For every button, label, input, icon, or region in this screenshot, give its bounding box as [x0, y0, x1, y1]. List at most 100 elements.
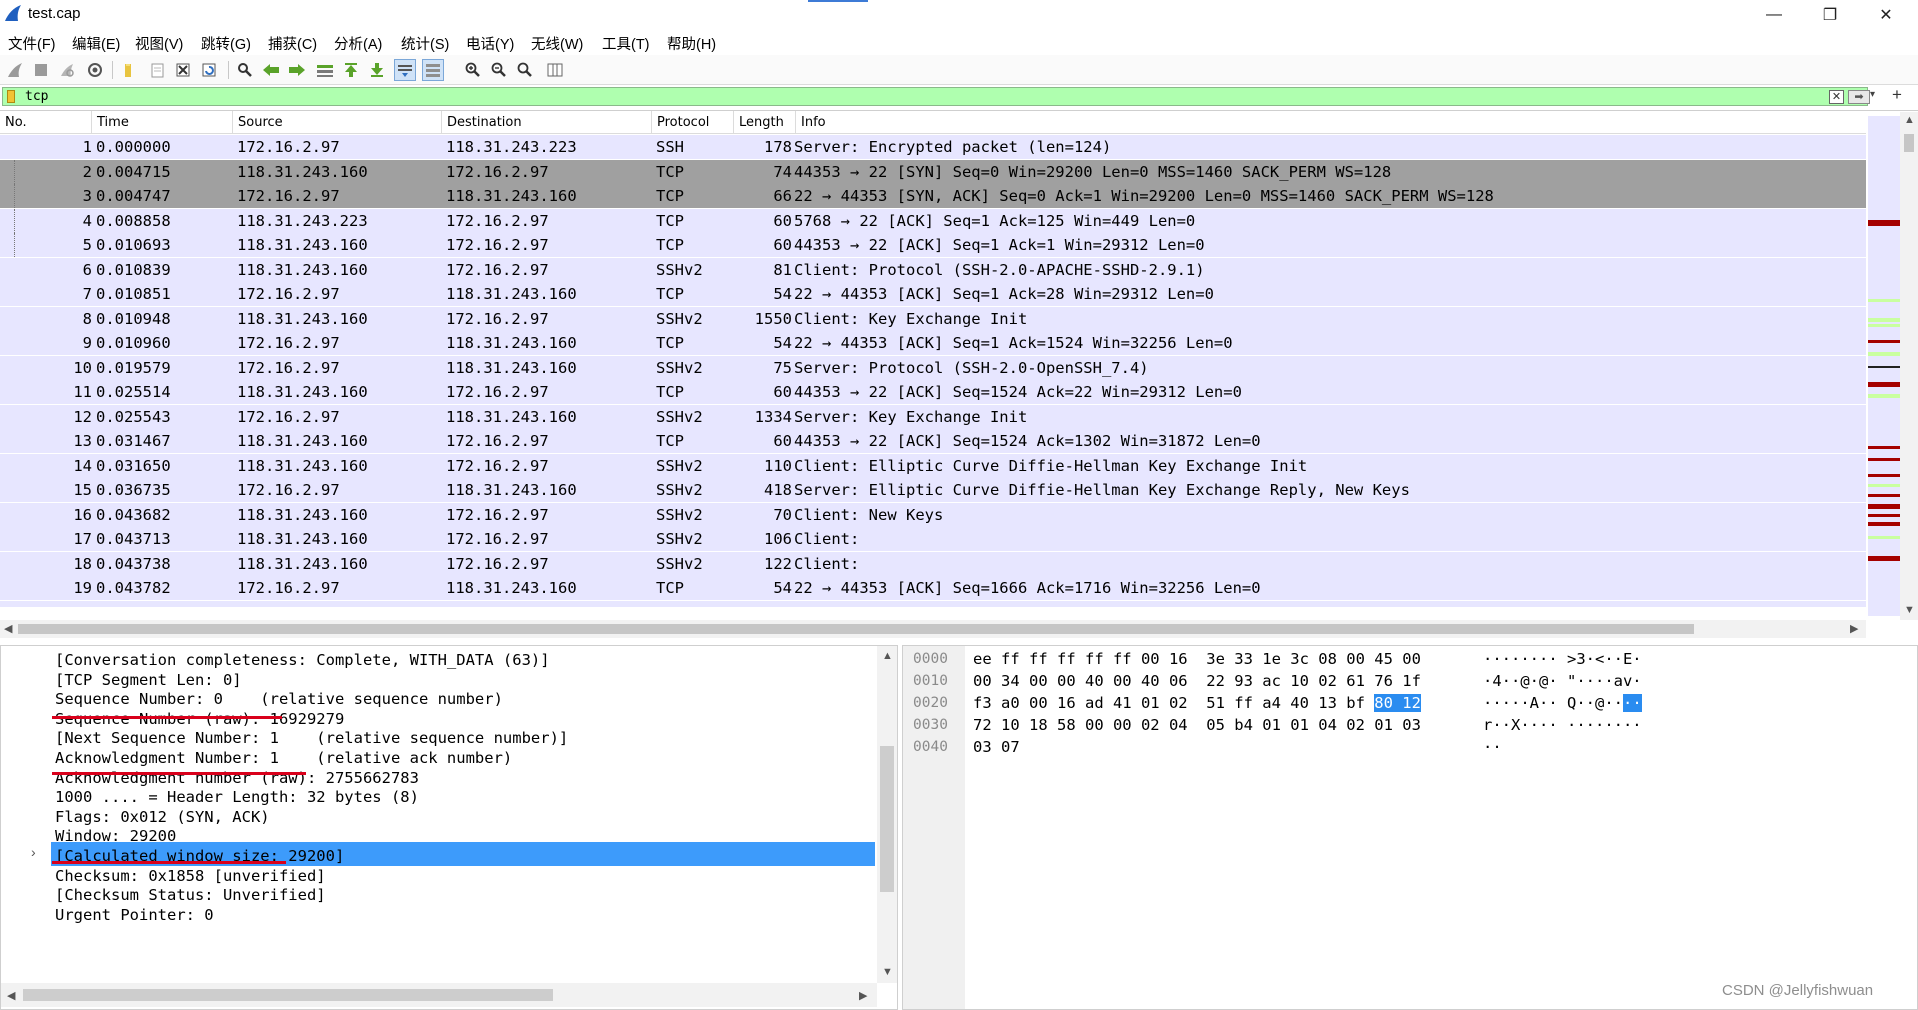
stop-icon[interactable] [30, 59, 52, 81]
menu-file[interactable]: 文件(F) [8, 33, 56, 54]
scroll-right-icon[interactable]: ▶ [1850, 622, 1858, 635]
menu-analyze[interactable]: 分析(A) [334, 33, 382, 54]
scroll-up-icon[interactable]: ▲ [882, 650, 893, 662]
close-button[interactable]: ✕ [1858, 0, 1914, 29]
menu-go[interactable]: 跳转(G) [201, 33, 251, 54]
auto-scroll-icon[interactable] [394, 59, 416, 81]
packet-row[interactable]: 7 0.010851 172.16.2.97 118.31.243.160 TCP 54 2… [0, 282, 1866, 306]
minimap-mark [1868, 484, 1900, 487]
restore-button[interactable]: ❐ [1802, 0, 1858, 29]
column-header-length[interactable]: Length [734, 111, 796, 134]
menu-telephony[interactable]: 电话(Y) [466, 33, 514, 54]
hex-dump-line[interactable]: 03 07 [973, 736, 1020, 758]
capture-options-icon[interactable] [84, 59, 106, 81]
packet-row[interactable]: 12 0.025543 172.16.2.97 118.31.243.160 SSHv2… [0, 404, 1866, 429]
scroll-down-icon[interactable]: ▼ [1904, 604, 1915, 616]
scroll-left-icon[interactable]: ◀ [7, 989, 15, 1002]
menu-view[interactable]: 视图(V) [135, 33, 183, 54]
close-file-icon[interactable] [172, 59, 194, 81]
packet-row[interactable]: 4 0.008858 118.31.243.223 172.16.2.97 TCP 60 5… [0, 208, 1866, 233]
packet-row[interactable]: 18 0.043738 118.31.243.160 172.16.2.97 SSHv2… [0, 551, 1866, 576]
bookmark-icon[interactable] [7, 90, 15, 103]
column-header-info[interactable]: Info [796, 111, 1866, 134]
restart-icon[interactable] [56, 59, 78, 81]
menu-capture[interactable]: 捕获(C) [268, 33, 317, 54]
packet-row[interactable]: 3 0.004747 172.16.2.97 118.31.243.160 TCP 66 2… [0, 184, 1866, 208]
detail-line[interactable]: Urgent Pointer: 0 [55, 903, 214, 927]
highlighted-ascii[interactable]: ·· [1622, 694, 1642, 712]
packet-row[interactable]: 19 0.043782 172.16.2.97 118.31.243.160 TCP 54… [0, 576, 1866, 600]
packet-row[interactable]: 13 0.031467 118.31.243.160 172.16.2.97 TCP 60… [0, 429, 1866, 453]
details-vertical-scrollbar[interactable]: ▲ ▼ [877, 646, 897, 983]
packet-row[interactable]: 2 0.004715 118.31.243.160 172.16.2.97 TCP 74 4… [0, 159, 1866, 184]
packet-row[interactable]: 14 0.031650 118.31.243.160 172.16.2.97 SSHv2… [0, 453, 1866, 478]
go-first-icon[interactable] [340, 59, 362, 81]
packet-row[interactable]: 5 0.010693 118.31.243.160 172.16.2.97 TCP 60 4… [0, 233, 1866, 257]
hex-dump-line[interactable]: ee ff ff ff ff ff 00 16 3e 33 1e 3c 08 0… [973, 648, 1421, 670]
scrollbar-thumb[interactable] [18, 624, 1694, 634]
open-file-icon[interactable] [118, 59, 140, 81]
colorize-icon[interactable] [422, 59, 444, 81]
details-horizontal-scrollbar[interactable]: ◀ ▶ [1, 983, 877, 1007]
menu-tools[interactable]: 工具(T) [602, 33, 650, 54]
packet-row[interactable]: 15 0.036735 172.16.2.97 118.31.243.160 SSHv2… [0, 478, 1866, 502]
ascii-dump-line[interactable]: ·· [1483, 736, 1502, 758]
go-last-icon[interactable] [366, 59, 388, 81]
expand-chevron-icon[interactable]: › [31, 844, 36, 860]
highlighted-bytes[interactable]: 80 12 [1374, 694, 1421, 712]
scroll-up-icon[interactable]: ▲ [1904, 114, 1915, 126]
zoom-out-icon[interactable] [488, 59, 510, 81]
packet-list-vertical-scrollbar[interactable]: ▲ ▼ [1900, 112, 1918, 620]
packet-list-horizontal-scrollbar[interactable]: ◀ ▶ [0, 620, 1866, 638]
save-file-icon[interactable] [146, 59, 168, 81]
hex-dump-line[interactable]: 72 10 18 58 00 00 02 04 05 b4 01 01 04 0… [973, 714, 1421, 736]
column-header-no[interactable]: No. [0, 111, 92, 134]
column-header-source[interactable]: Source [233, 111, 442, 134]
find-packet-icon[interactable] [234, 59, 256, 81]
filter-history-dropdown-icon[interactable]: ▾ [1870, 89, 1875, 100]
packet-row[interactable]: 8 0.010948 118.31.243.160 172.16.2.97 SSHv2 1… [0, 306, 1866, 331]
scrollbar-thumb[interactable] [1904, 134, 1914, 152]
packet-row[interactable]: 10 0.019579 172.16.2.97 118.31.243.160 SSHv2… [0, 355, 1866, 380]
apply-filter-arrow-icon[interactable]: ➡ [1848, 90, 1870, 104]
ascii-dump-line[interactable]: ·····A·· Q··@···· [1483, 692, 1642, 714]
reload-icon[interactable] [198, 59, 220, 81]
packet-row[interactable]: 17 0.043713 118.31.243.160 172.16.2.97 SSHv2… [0, 527, 1866, 551]
ascii-dump-line[interactable]: r··X···· ········ [1483, 714, 1642, 736]
packet-row[interactable]: 16 0.043682 118.31.243.160 172.16.2.97 SSHv2… [0, 502, 1866, 527]
go-forward-icon[interactable] [286, 59, 308, 81]
add-filter-button-icon[interactable]: + [1892, 85, 1902, 105]
packet-minimap[interactable] [1868, 116, 1900, 616]
menu-help[interactable]: 帮助(H) [667, 33, 716, 54]
scroll-down-icon[interactable]: ▼ [882, 966, 893, 978]
scroll-left-icon[interactable]: ◀ [4, 622, 12, 635]
shark-fin-start-icon[interactable] [4, 59, 26, 81]
scrollbar-thumb[interactable] [23, 989, 553, 1001]
go-to-packet-icon[interactable] [314, 59, 336, 81]
clear-filter-icon[interactable]: ✕ [1829, 90, 1844, 104]
packet-row[interactable]: 20 0.043840 172.16.2.97 118.31.243.160 SSHv2… [0, 600, 1866, 607]
minimize-button[interactable]: — [1746, 0, 1802, 29]
zoom-in-icon[interactable] [462, 59, 484, 81]
go-back-icon[interactable] [260, 59, 282, 81]
zoom-normal-icon[interactable] [514, 59, 536, 81]
packet-row[interactable]: 1 0.000000 172.16.2.97 118.31.243.223 SSH 178… [0, 135, 1866, 159]
packet-row[interactable]: 11 0.025514 118.31.243.160 172.16.2.97 TCP 60… [0, 380, 1866, 404]
hex-dump-line[interactable]: f3 a0 00 16 ad 41 01 02 51 ff a4 40 13 b… [973, 692, 1421, 714]
column-header-destination[interactable]: Destination [442, 111, 652, 134]
scrollbar-thumb[interactable] [880, 746, 894, 892]
packet-row[interactable]: 6 0.010839 118.31.243.160 172.16.2.97 SSHv2 8… [0, 257, 1866, 282]
ascii-dump-line[interactable]: ········ >3·<··E· [1483, 648, 1642, 670]
packet-row[interactable]: 9 0.010960 172.16.2.97 118.31.243.160 TCP 54 2… [0, 331, 1866, 355]
hex-dump-line[interactable]: 00 34 00 00 40 00 40 06 22 93 ac 10 02 6… [973, 670, 1421, 692]
display-filter-input[interactable]: tcp ✕ ➡ [2, 87, 1870, 106]
column-header-protocol[interactable]: Protocol [652, 111, 734, 134]
scroll-right-icon[interactable]: ▶ [859, 989, 867, 1002]
menu-edit[interactable]: 编辑(E) [72, 33, 120, 54]
ascii-dump-line[interactable]: ·4··@·@· "····av· [1483, 670, 1642, 692]
resize-columns-icon[interactable] [544, 59, 566, 81]
column-header-time[interactable]: Time [92, 111, 233, 134]
menu-statistics[interactable]: 统计(S) [401, 33, 449, 54]
menu-wireless[interactable]: 无线(W) [531, 33, 583, 54]
display-filter-value[interactable]: tcp [25, 89, 48, 104]
